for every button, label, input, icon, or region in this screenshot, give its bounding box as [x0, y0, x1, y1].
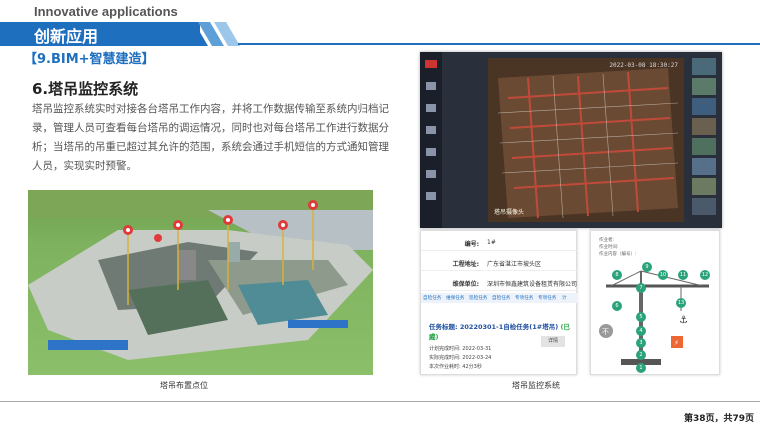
- tab-maintenance[interactable]: 维保任务: [446, 295, 464, 301]
- diagram-marker[interactable]: 5: [636, 312, 646, 322]
- section-title: 6.塔吊监控系统: [32, 80, 139, 98]
- camera-thumbnail[interactable]: [692, 98, 716, 115]
- info-row: 编号: 1#: [421, 233, 578, 251]
- diagram-marker[interactable]: 1: [636, 363, 646, 373]
- diagram-marker[interactable]: 4: [636, 326, 646, 336]
- header-top-title: Innovative applications: [34, 4, 178, 19]
- camera-thumbnail[interactable]: [692, 118, 716, 135]
- info-value: 广东省湛江市坡头区: [487, 261, 542, 268]
- task-meta: 计划完成时间: 2022-03-31: [429, 346, 492, 352]
- svg-text:不: 不: [602, 328, 609, 336]
- caption-crane-monitor: 塔吊监控系统: [512, 381, 560, 390]
- tab-more[interactable]: 计: [562, 295, 567, 301]
- diagram-marker[interactable]: 11: [678, 270, 688, 280]
- section-subtitle: 【9.BIM+智慧建造】: [24, 52, 155, 67]
- site-illustration: [28, 190, 373, 360]
- crane-diagram: 作业者: 作业时间: 作业内容（编号）: ⚓ 不 ⚡ 8 9 10 11 12 7 13 6 5…: [590, 230, 720, 375]
- task-meta: 实际完成时间: 2022-03-24: [429, 355, 492, 361]
- header-bar-title: 创新应用: [34, 27, 99, 46]
- details-button[interactable]: 详情: [541, 336, 565, 347]
- diagram-marker[interactable]: 6: [612, 301, 622, 311]
- diagram-marker[interactable]: 10: [658, 270, 668, 280]
- task-panel: 编号: 1# 工程地址: 广东省湛江市坡头区 维保单位: 深圳市恒鑫建筑设备租赁…: [420, 230, 578, 375]
- task-title-prefix: 任务标题:: [429, 323, 458, 331]
- diagram-marker[interactable]: 13: [676, 298, 686, 308]
- monitor-screen: 2022-03-08 18:30:27 塔吊摄像头: [420, 52, 722, 228]
- info-value: 1#: [487, 239, 496, 246]
- tab-inspection[interactable]: 巡检任务: [469, 295, 487, 301]
- crane-layout-image: [28, 190, 373, 375]
- task-status-end: 成): [429, 333, 439, 341]
- footer-line: [0, 401, 760, 402]
- diagram-marker[interactable]: 12: [700, 270, 710, 280]
- caption-crane-layout: 塔吊布置点位: [160, 381, 208, 390]
- task-tabs: 自检任务 维保任务 巡检任务 自检任务 专项任务 专项任务 计: [421, 293, 578, 303]
- camera-timestamp: 2022-03-08 18:30:27: [609, 62, 678, 69]
- diagram-marker[interactable]: 7: [636, 283, 646, 293]
- header-bar: [0, 22, 200, 46]
- info-label: 维保单位:: [452, 281, 479, 288]
- info-label: 编号:: [464, 241, 479, 248]
- camera-thumbnail[interactable]: [692, 198, 716, 215]
- task-title-text: 20220301-1自检任务(1#塔吊): [459, 323, 559, 331]
- camera-thumbnail[interactable]: [692, 178, 716, 195]
- camera-thumbnail[interactable]: [692, 158, 716, 175]
- camera-thumbnails[interactable]: [692, 58, 716, 222]
- camera-label: 塔吊摄像头: [494, 209, 525, 216]
- crane-svg: ⚓ 不 ⚡: [599, 270, 709, 365]
- diagram-marker[interactable]: 3: [636, 338, 646, 348]
- svg-text:⚓: ⚓: [679, 315, 688, 326]
- info-label: 工程地址:: [452, 261, 479, 268]
- info-value: 深圳市恒鑫建筑设备租赁有限公司: [487, 281, 578, 288]
- camera-thumbnail[interactable]: [692, 78, 716, 95]
- page-number: 第38页，共79页: [683, 414, 754, 424]
- tab-special[interactable]: 专项任务: [515, 295, 533, 301]
- tab-self-check-2[interactable]: 自检任务: [492, 295, 510, 301]
- section-body: 塔吊监控系统实时对接各台塔吊工作内容，并将工作数据传输至系统内归档记录，管理人员…: [32, 103, 389, 172]
- diagram-marker[interactable]: 9: [642, 262, 652, 272]
- camera-thumbnail[interactable]: [692, 138, 716, 155]
- info-row: 工程地址: 广东省湛江市坡头区: [421, 253, 578, 271]
- tab-special-2[interactable]: 专项任务: [538, 295, 556, 301]
- monitor-sidebar[interactable]: [420, 52, 442, 228]
- diagram-marker[interactable]: 2: [636, 350, 646, 360]
- camera-thumbnail[interactable]: [692, 58, 716, 75]
- task-meta: 本次作业耗时: 42分3秒: [429, 364, 482, 370]
- tab-self-check[interactable]: 自检任务: [423, 295, 441, 301]
- info-row: 维保单位: 深圳市恒鑫建筑设备租赁有限公司: [421, 273, 578, 291]
- svg-text:⚡: ⚡: [674, 339, 679, 347]
- header-line: [238, 43, 760, 45]
- camera-feed[interactable]: 2022-03-08 18:30:27 塔吊摄像头: [488, 58, 684, 222]
- diagram-marker[interactable]: 8: [612, 270, 622, 280]
